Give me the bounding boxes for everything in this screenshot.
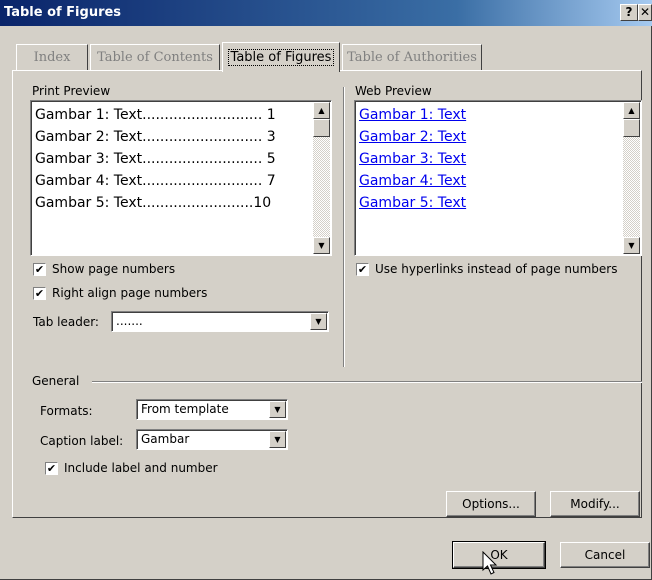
web-preview-link[interactable]: Gambar 4: Text	[359, 173, 466, 189]
scroll-up-arrow-icon[interactable]: ▲	[623, 102, 640, 119]
web-preview-link[interactable]: Gambar 3: Text	[359, 151, 466, 167]
mouse-cursor-icon	[482, 551, 498, 575]
preview-line: Gambar 2: Text..........................…	[35, 129, 276, 145]
print-preview-label: Print Preview	[32, 84, 111, 98]
tab-table-of-contents[interactable]: Table of Contents	[90, 44, 220, 70]
vertical-divider	[343, 87, 345, 367]
window-title: Table of Figures	[4, 5, 122, 20]
general-divider	[92, 381, 642, 383]
right-align-checkbox[interactable]: ✔	[33, 287, 46, 300]
show-page-numbers-label[interactable]: Show page numbers	[52, 262, 175, 276]
formats-select[interactable]: From template ▼	[136, 399, 288, 420]
close-button[interactable]: ✕	[638, 4, 652, 21]
scroll-up-arrow-icon[interactable]: ▲	[313, 102, 330, 119]
formats-value: From template	[141, 402, 229, 416]
preview-line: Gambar 5: Text.........................1…	[35, 195, 272, 211]
use-hyperlinks-checkbox[interactable]: ✔	[356, 263, 369, 276]
include-label-label[interactable]: Include label and number	[64, 461, 218, 475]
tab-leader-value: .......	[116, 314, 143, 328]
preview-line: Gambar 1: Text..........................…	[35, 107, 276, 123]
general-label: General	[32, 374, 80, 388]
dropdown-arrow-icon[interactable]: ▼	[269, 431, 286, 448]
show-page-numbers-checkbox[interactable]: ✔	[33, 263, 46, 276]
include-label-checkbox[interactable]: ✔	[45, 462, 58, 475]
dropdown-arrow-icon[interactable]: ▼	[310, 313, 327, 330]
help-button[interactable]: ?	[620, 4, 638, 21]
web-preview-link[interactable]: Gambar 1: Text	[359, 107, 466, 123]
scroll-thumb[interactable]	[623, 119, 640, 137]
title-bar: Table of Figures ? ✕	[0, 0, 652, 26]
tab-table-of-figures[interactable]: Table of Figures	[222, 42, 340, 72]
caption-label-value: Gambar	[141, 432, 190, 446]
tab-leader-select[interactable]: ....... ▼	[111, 311, 329, 332]
tab-table-of-authorities[interactable]: Table of Authorities	[342, 44, 482, 70]
right-align-label[interactable]: Right align page numbers	[52, 286, 207, 300]
caption-label-label: Caption label:	[40, 434, 124, 448]
table-of-figures-dialog: Table of Figures ? ✕ Index Table of Cont…	[0, 0, 652, 580]
modify-button[interactable]: Modify...	[550, 491, 640, 517]
use-hyperlinks-label[interactable]: Use hyperlinks instead of page numbers	[375, 262, 617, 276]
web-preview-box: Gambar 1: Text Gambar 2: Text Gambar 3: …	[354, 100, 642, 256]
preview-line: Gambar 4: Text..........................…	[35, 173, 276, 189]
formats-label: Formats:	[40, 404, 93, 418]
web-preview-link[interactable]: Gambar 5: Text	[359, 195, 466, 211]
dropdown-arrow-icon[interactable]: ▼	[269, 401, 286, 418]
tab-leader-label: Tab leader:	[33, 315, 99, 329]
web-preview-link[interactable]: Gambar 2: Text	[359, 129, 466, 145]
scroll-down-arrow-icon[interactable]: ▼	[623, 237, 640, 254]
web-preview-scrollbar[interactable]: ▲ ▼	[623, 102, 640, 254]
caption-label-select[interactable]: Gambar ▼	[136, 429, 288, 450]
web-preview-label: Web Preview	[355, 84, 432, 98]
print-preview-scrollbar[interactable]: ▲ ▼	[313, 102, 330, 254]
scroll-down-arrow-icon[interactable]: ▼	[313, 237, 330, 254]
tab-table-of-figures-label: Table of Figures	[227, 49, 335, 66]
preview-line: Gambar 3: Text..........................…	[35, 151, 276, 167]
options-button[interactable]: Options...	[446, 491, 536, 517]
scroll-thumb[interactable]	[313, 119, 330, 137]
print-preview-box: Gambar 1: Text..........................…	[30, 100, 332, 256]
tab-index[interactable]: Index	[16, 44, 88, 70]
cancel-button[interactable]: Cancel	[560, 542, 650, 568]
